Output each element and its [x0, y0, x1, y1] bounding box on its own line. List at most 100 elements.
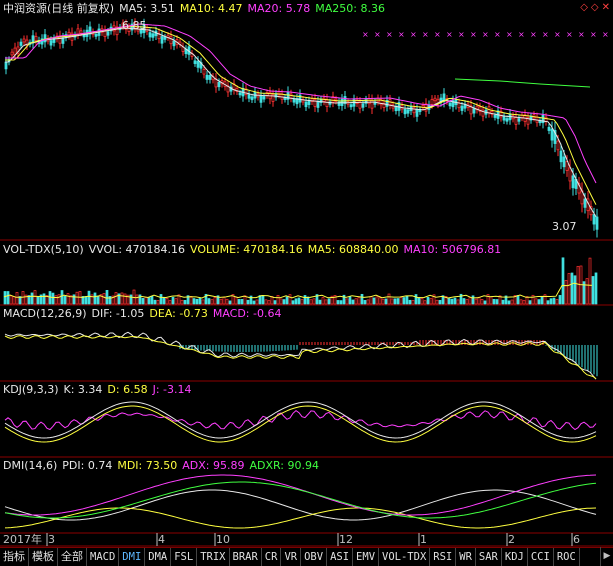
volume-bar: [312, 298, 316, 305]
volume-bar: [564, 279, 568, 305]
candle-body: [49, 40, 53, 46]
volume-bar: [303, 295, 307, 305]
volume-bar: [336, 300, 340, 305]
volume-bar: [375, 296, 379, 305]
candle-body: [448, 102, 452, 107]
tab-brar[interactable]: BRAR: [230, 548, 262, 566]
volume-bar: [141, 298, 145, 305]
tab-scroll-right-icon[interactable]: ▶: [600, 547, 613, 566]
tab-wr[interactable]: WR: [456, 548, 476, 566]
volume-bar: [150, 295, 154, 305]
dmi-indicator-name: DMI(14,6): [3, 459, 58, 472]
adx-value: ADX: 95.89: [182, 459, 245, 472]
signal-marker: ×: [470, 30, 477, 39]
candle-body: [148, 32, 152, 38]
tab-asi[interactable]: ASI: [327, 548, 354, 566]
x-axis-label: 1: [420, 533, 427, 546]
tab-dma[interactable]: DMA: [145, 548, 172, 566]
tab-sar[interactable]: SAR: [476, 548, 502, 566]
volume-bar: [165, 298, 169, 305]
candle-body: [457, 102, 461, 109]
signal-marker: ×: [542, 30, 549, 39]
volume-bar: [318, 299, 322, 305]
high-price-label: 6.85: [122, 19, 147, 32]
volume-bar: [408, 299, 412, 305]
low-price-label: 3.07: [552, 220, 577, 233]
low-price-value: 3.07: [552, 220, 577, 233]
volume-bar: [594, 272, 598, 305]
tab-cci[interactable]: CCI: [528, 548, 554, 566]
tab-kdj[interactable]: KDJ: [502, 548, 528, 566]
adxr-value: ADXR: 90.94: [249, 459, 319, 472]
candle-body: [403, 108, 407, 115]
volume-bar: [399, 296, 403, 305]
volume-bar: [198, 297, 202, 305]
volume-bar: [183, 300, 187, 305]
diamond-icon-2[interactable]: ◇: [591, 2, 599, 13]
signal-marker: ×: [506, 30, 513, 39]
volume-bar: [402, 297, 406, 305]
volume-bar: [147, 297, 151, 305]
tab-dmi[interactable]: DMI: [119, 548, 146, 566]
volume-bar: [480, 299, 484, 305]
signal-marker: ×: [374, 30, 381, 39]
volume-bar: [576, 265, 580, 305]
volume-bar: [462, 298, 466, 305]
candle-body: [460, 105, 464, 111]
candle-body: [316, 101, 320, 108]
diamond-icon[interactable]: ◇: [580, 2, 588, 13]
candle-body: [502, 115, 506, 121]
candle-body: [196, 60, 200, 68]
tab-template[interactable]: 模板: [29, 548, 58, 566]
volume-bar: [123, 293, 127, 305]
volume-panel-header: VOL-TDX(5,10) VVOL: 470184.16 VOLUME: 47…: [3, 243, 501, 257]
candle-body: [205, 74, 209, 80]
chart-canvas[interactable]: × × × × × × × × × × × × × × × × × × × × ×: [0, 0, 613, 566]
candle-body: [259, 95, 263, 103]
tab-emv[interactable]: EMV: [353, 548, 380, 566]
volume-bar: [453, 297, 457, 305]
candle-body: [559, 150, 563, 163]
tab-macd[interactable]: MACD: [87, 548, 120, 566]
candle-body: [547, 126, 551, 131]
tab-trix[interactable]: TRIX: [197, 548, 230, 566]
x-axis-label: 2017年: [3, 533, 42, 546]
tab-roc[interactable]: ROC: [554, 548, 580, 566]
close-icon[interactable]: ✕: [602, 2, 610, 13]
tab-obv[interactable]: OBV: [301, 548, 328, 566]
tab-indicator[interactable]: 指标: [0, 548, 29, 566]
kdj-indicator-name: KDJ(9,3,3): [3, 383, 59, 396]
x-axis-label: 4: [158, 533, 165, 546]
ma250-value: MA250: 8.36: [315, 2, 385, 15]
volume-bar: [162, 297, 166, 305]
volume-bar: [66, 293, 70, 305]
signal-marker: ×: [578, 30, 585, 39]
volume-bar: [585, 278, 589, 305]
tab-fsl[interactable]: FSL: [171, 548, 198, 566]
vol-ma10-value: MA10: 506796.81: [403, 243, 502, 256]
tab-rsi[interactable]: RSI: [430, 548, 457, 566]
candle-body: [292, 98, 296, 103]
volume-bar: [102, 293, 106, 305]
kdj-panel-header: KDJ(9,3,3) K: 3.34 D: 6.58 J: -3.14: [3, 383, 192, 397]
signal-marker: ×: [518, 30, 525, 39]
volume-bar: [51, 292, 55, 305]
volume-bar: [156, 300, 160, 305]
tab-vr[interactable]: VR: [281, 548, 302, 566]
indicator-tab-bar: 指标 模板 全部 MACD DMI DMA FSL TRIX BRAR CR V…: [0, 547, 613, 566]
volume-bar: [387, 293, 391, 305]
volume-bar: [273, 300, 277, 305]
tab-all[interactable]: 全部: [58, 548, 87, 566]
tab-cr[interactable]: CR: [262, 548, 282, 566]
volume-bar: [30, 292, 34, 305]
candle-body: [433, 97, 437, 102]
candle-body: [550, 128, 554, 141]
volume-bar: [138, 294, 142, 305]
volume-bar: [534, 298, 538, 305]
tab-vol-tdx[interactable]: VOL-TDX: [379, 548, 431, 566]
candle-body: [10, 51, 14, 56]
volume-bar: [552, 297, 556, 305]
candle-body: [217, 82, 221, 88]
volume-bar: [174, 298, 178, 305]
dmi-panel-header: DMI(14,6) PDI: 0.74 MDI: 73.50 ADX: 95.8…: [3, 459, 319, 473]
